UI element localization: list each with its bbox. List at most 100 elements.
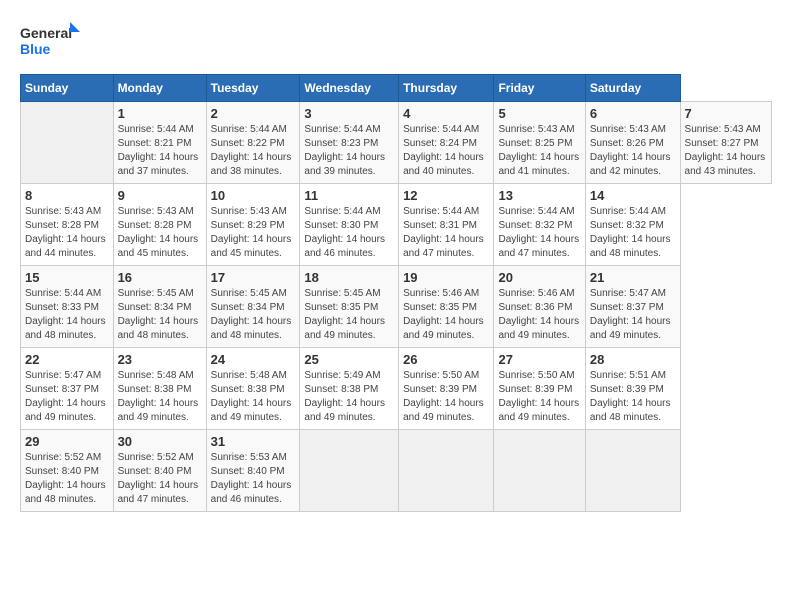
weekday-header-tuesday: Tuesday xyxy=(206,75,300,102)
calendar-cell: 24 Sunrise: 5:48 AMSunset: 8:38 PMDayligh… xyxy=(206,348,300,430)
day-number: 1 xyxy=(118,106,202,121)
day-detail: Sunrise: 5:50 AMSunset: 8:39 PMDaylight:… xyxy=(498,369,580,425)
day-detail: Sunrise: 5:45 AMSunset: 8:34 PMDaylight:… xyxy=(211,287,296,343)
day-detail: Sunrise: 5:48 AMSunset: 8:38 PMDaylight:… xyxy=(118,369,202,425)
calendar-cell: 23Sunrise: 5:48 AMSunset: 8:38 PMDayligh… xyxy=(113,348,206,430)
calendar-cell xyxy=(21,102,114,184)
day-number: 30 xyxy=(118,434,202,449)
day-number: 24 xyxy=(211,352,296,367)
day-detail: Sunrise: 5:46 AMSunset: 8:36 PMDaylight:… xyxy=(498,287,580,343)
day-number: 2 xyxy=(211,106,296,121)
day-detail: Sunrise: 5:43 AMSunset: 8:25 PMDaylight:… xyxy=(498,123,580,179)
calendar-cell: 19 Sunrise: 5:46 AMSunset: 8:35 PMDayligh… xyxy=(399,266,494,348)
day-detail: Sunrise: 5:44 AMSunset: 8:22 PMDaylight:… xyxy=(211,123,296,179)
day-detail: Sunrise: 5:44 AMSunset: 8:32 PMDaylight:… xyxy=(590,205,676,261)
calendar-week-row: 1 Sunrise: 5:44 AMSunset: 8:21 PMDaylight… xyxy=(21,102,772,184)
day-number: 27 xyxy=(498,352,580,367)
day-detail: Sunrise: 5:44 AMSunset: 8:23 PMDaylight:… xyxy=(304,123,394,179)
day-number: 15 xyxy=(25,270,109,285)
weekday-header-saturday: Saturday xyxy=(585,75,680,102)
day-detail: Sunrise: 5:44 AMSunset: 8:31 PMDaylight:… xyxy=(403,205,489,261)
svg-text:General: General xyxy=(20,25,72,41)
calendar-cell: 2 Sunrise: 5:44 AMSunset: 8:22 PMDaylight… xyxy=(206,102,300,184)
day-number: 10 xyxy=(211,188,296,203)
day-number: 29 xyxy=(25,434,109,449)
day-number: 22 xyxy=(25,352,109,367)
day-detail: Sunrise: 5:52 AMSunset: 8:40 PMDaylight:… xyxy=(118,451,202,507)
day-detail: Sunrise: 5:51 AMSunset: 8:39 PMDaylight:… xyxy=(590,369,676,425)
day-detail: Sunrise: 5:47 AMSunset: 8:37 PMDaylight:… xyxy=(590,287,676,343)
day-detail: Sunrise: 5:44 AMSunset: 8:21 PMDaylight:… xyxy=(118,123,202,179)
day-number: 18 xyxy=(304,270,394,285)
logo-svg: GeneralBlue xyxy=(20,20,80,64)
weekday-header-wednesday: Wednesday xyxy=(300,75,399,102)
calendar-cell: 31Sunrise: 5:53 AMSunset: 8:40 PMDayligh… xyxy=(206,430,300,512)
calendar-cell xyxy=(494,430,585,512)
calendar-cell: 27 Sunrise: 5:50 AMSunset: 8:39 PMDayligh… xyxy=(494,348,585,430)
calendar-cell: 8 Sunrise: 5:43 AMSunset: 8:28 PMDaylight… xyxy=(21,184,114,266)
day-number: 21 xyxy=(590,270,676,285)
svg-text:Blue: Blue xyxy=(20,41,51,57)
calendar-cell: 11Sunrise: 5:44 AMSunset: 8:30 PMDayligh… xyxy=(300,184,399,266)
day-number: 3 xyxy=(304,106,394,121)
day-detail: Sunrise: 5:49 AMSunset: 8:38 PMDaylight:… xyxy=(304,369,394,425)
day-number: 4 xyxy=(403,106,489,121)
day-detail: Sunrise: 5:44 AMSunset: 8:33 PMDaylight:… xyxy=(25,287,109,343)
day-detail: Sunrise: 5:43 AMSunset: 8:29 PMDaylight:… xyxy=(211,205,296,261)
day-number: 14 xyxy=(590,188,676,203)
calendar-cell xyxy=(585,430,680,512)
calendar-cell: 21 Sunrise: 5:47 AMSunset: 8:37 PMDayligh… xyxy=(585,266,680,348)
calendar-cell: 12 Sunrise: 5:44 AMSunset: 8:31 PMDayligh… xyxy=(399,184,494,266)
day-detail: Sunrise: 5:47 AMSunset: 8:37 PMDaylight:… xyxy=(25,369,109,425)
calendar-cell: 5 Sunrise: 5:43 AMSunset: 8:25 PMDaylight… xyxy=(494,102,585,184)
calendar-cell: 28 Sunrise: 5:51 AMSunset: 8:39 PMDayligh… xyxy=(585,348,680,430)
day-detail: Sunrise: 5:44 AMSunset: 8:24 PMDaylight:… xyxy=(403,123,489,179)
day-number: 8 xyxy=(25,188,109,203)
day-detail: Sunrise: 5:50 AMSunset: 8:39 PMDaylight:… xyxy=(403,369,489,425)
calendar-week-row: 22 Sunrise: 5:47 AMSunset: 8:37 PMDayligh… xyxy=(21,348,772,430)
calendar-cell: 4 Sunrise: 5:44 AMSunset: 8:24 PMDaylight… xyxy=(399,102,494,184)
day-detail: Sunrise: 5:52 AMSunset: 8:40 PMDaylight:… xyxy=(25,451,109,507)
day-number: 13 xyxy=(498,188,580,203)
calendar-cell: 29 Sunrise: 5:52 AMSunset: 8:40 PMDayligh… xyxy=(21,430,114,512)
calendar-week-row: 8 Sunrise: 5:43 AMSunset: 8:28 PMDaylight… xyxy=(21,184,772,266)
calendar-cell xyxy=(399,430,494,512)
day-number: 17 xyxy=(211,270,296,285)
calendar-cell: 3 Sunrise: 5:44 AMSunset: 8:23 PMDaylight… xyxy=(300,102,399,184)
day-number: 25 xyxy=(304,352,394,367)
day-number: 5 xyxy=(498,106,580,121)
calendar-cell: 6Sunrise: 5:43 AMSunset: 8:26 PMDaylight… xyxy=(585,102,680,184)
calendar-cell: 7 Sunrise: 5:43 AMSunset: 8:27 PMDaylight… xyxy=(680,102,771,184)
calendar-cell xyxy=(300,430,399,512)
day-number: 12 xyxy=(403,188,489,203)
weekday-header-monday: Monday xyxy=(113,75,206,102)
day-detail: Sunrise: 5:45 AMSunset: 8:35 PMDaylight:… xyxy=(304,287,394,343)
calendar-cell: 14 Sunrise: 5:44 AMSunset: 8:32 PMDayligh… xyxy=(585,184,680,266)
day-number: 6 xyxy=(590,106,676,121)
calendar-table: SundayMondayTuesdayWednesdayThursdayFrid… xyxy=(20,74,772,512)
logo: GeneralBlue xyxy=(20,20,80,64)
calendar-cell: 1 Sunrise: 5:44 AMSunset: 8:21 PMDaylight… xyxy=(113,102,206,184)
day-number: 28 xyxy=(590,352,676,367)
weekday-header-thursday: Thursday xyxy=(399,75,494,102)
day-detail: Sunrise: 5:43 AMSunset: 8:27 PMDaylight:… xyxy=(685,123,767,179)
day-number: 7 xyxy=(685,106,767,121)
weekday-header-friday: Friday xyxy=(494,75,585,102)
weekday-header-sunday: Sunday xyxy=(21,75,114,102)
day-detail: Sunrise: 5:43 AMSunset: 8:28 PMDaylight:… xyxy=(118,205,202,261)
calendar-week-row: 29 Sunrise: 5:52 AMSunset: 8:40 PMDayligh… xyxy=(21,430,772,512)
calendar-cell: 22 Sunrise: 5:47 AMSunset: 8:37 PMDayligh… xyxy=(21,348,114,430)
day-detail: Sunrise: 5:43 AMSunset: 8:28 PMDaylight:… xyxy=(25,205,109,261)
day-detail: Sunrise: 5:45 AMSunset: 8:34 PMDaylight:… xyxy=(118,287,202,343)
day-detail: Sunrise: 5:48 AMSunset: 8:38 PMDaylight:… xyxy=(211,369,296,425)
day-number: 9 xyxy=(118,188,202,203)
calendar-cell: 16Sunrise: 5:45 AMSunset: 8:34 PMDayligh… xyxy=(113,266,206,348)
calendar-cell: 18 Sunrise: 5:45 AMSunset: 8:35 PMDayligh… xyxy=(300,266,399,348)
day-number: 19 xyxy=(403,270,489,285)
calendar-week-row: 15 Sunrise: 5:44 AMSunset: 8:33 PMDayligh… xyxy=(21,266,772,348)
day-number: 20 xyxy=(498,270,580,285)
day-detail: Sunrise: 5:46 AMSunset: 8:35 PMDaylight:… xyxy=(403,287,489,343)
page-header: GeneralBlue xyxy=(20,20,772,64)
calendar-cell: 15 Sunrise: 5:44 AMSunset: 8:33 PMDayligh… xyxy=(21,266,114,348)
calendar-cell: 13Sunrise: 5:44 AMSunset: 8:32 PMDayligh… xyxy=(494,184,585,266)
